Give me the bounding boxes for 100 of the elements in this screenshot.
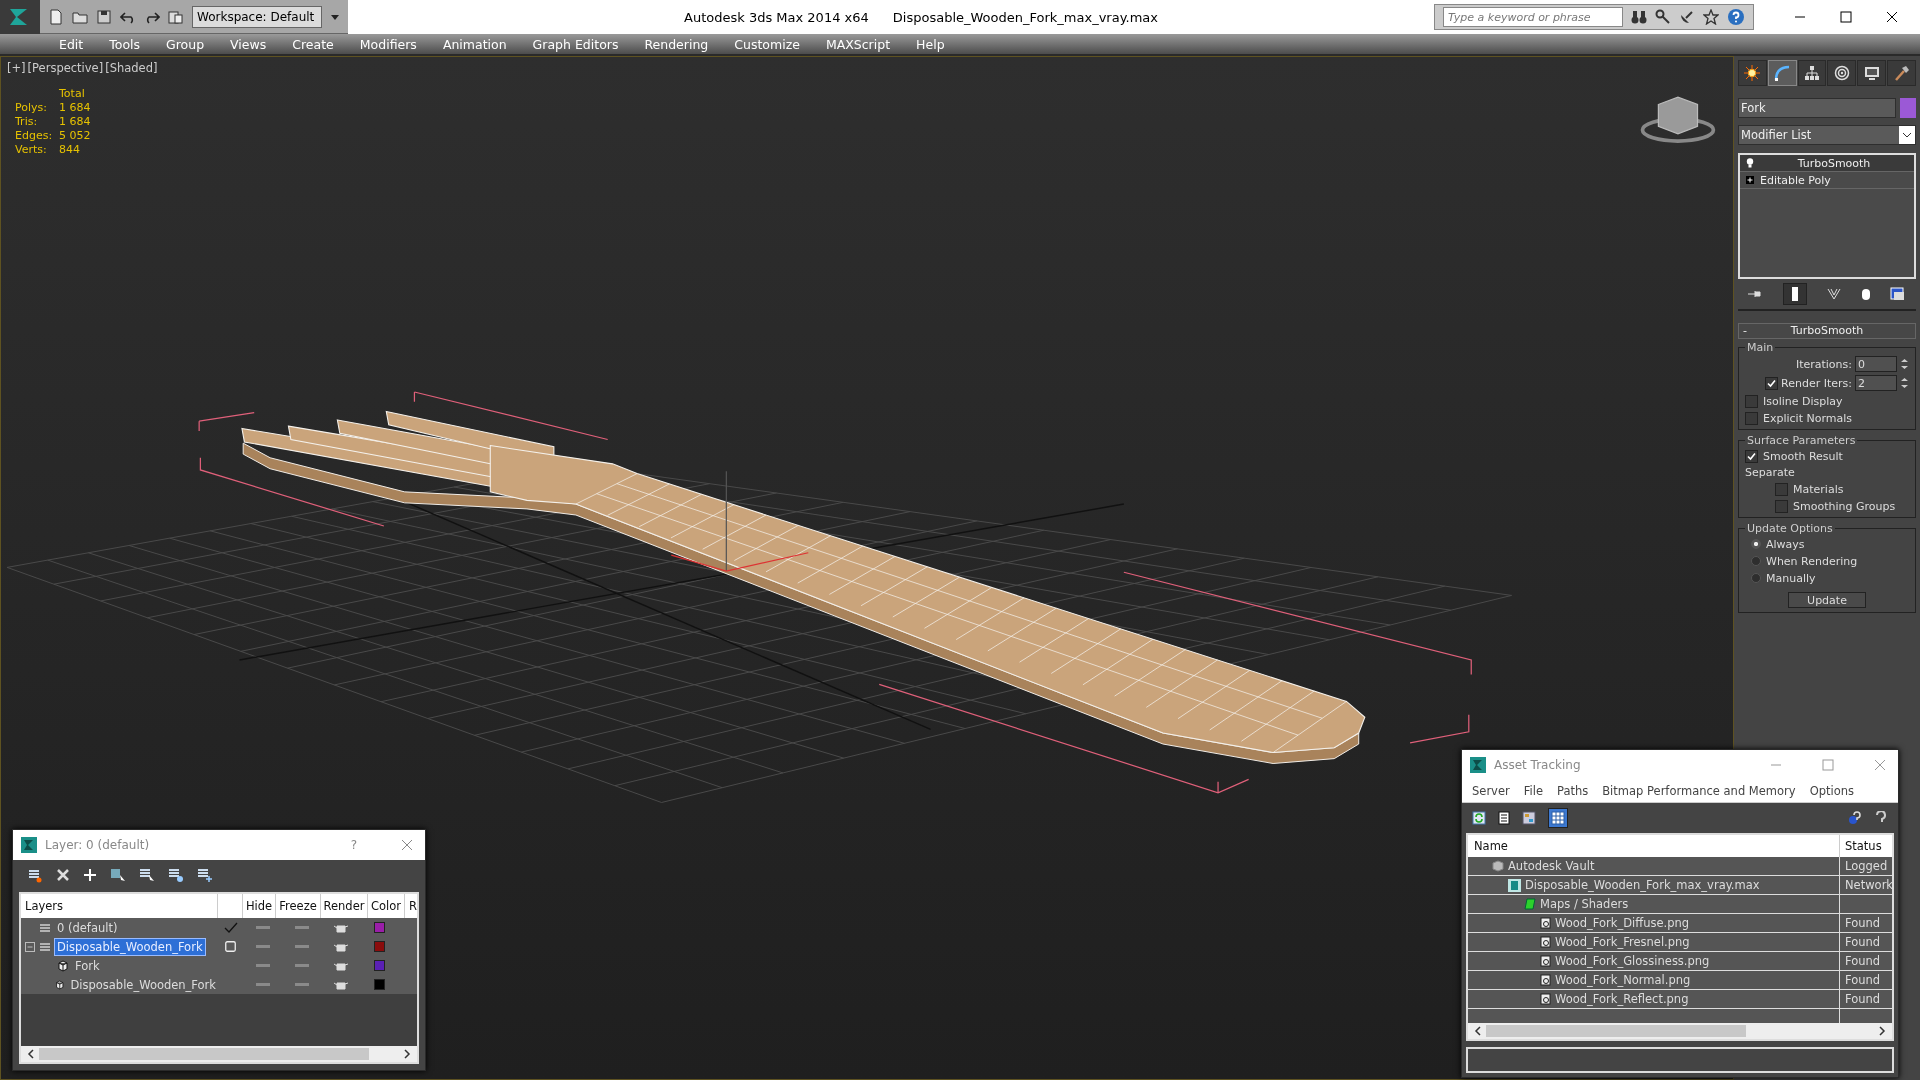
modifier-stack-item[interactable]: Editable Poly — [1740, 172, 1914, 189]
refresh-icon[interactable] — [1472, 811, 1486, 825]
help-icon[interactable] — [1874, 811, 1888, 825]
object-name-field[interactable]: Fork — [1738, 98, 1896, 118]
close-icon[interactable] — [1886, 11, 1898, 23]
search-field[interactable]: Type a keyword or phrase — [1443, 7, 1623, 27]
menu-item[interactable]: Create — [281, 36, 345, 52]
menu-item[interactable]: MAXScript — [814, 36, 902, 52]
select-objects-icon[interactable] — [110, 867, 126, 883]
command-panel-tab[interactable] — [1797, 60, 1827, 86]
menu-item[interactable]: Edit — [48, 36, 95, 52]
collapse-icon[interactable] — [25, 941, 35, 952]
viewcube-drawing[interactable] — [1640, 96, 1716, 143]
command-panel-tab[interactable] — [1857, 60, 1887, 86]
chevron-down-icon[interactable] — [1899, 126, 1915, 144]
expand-icon[interactable] — [1746, 176, 1754, 184]
mouse-icon[interactable] — [1860, 287, 1871, 301]
asset-name[interactable]: Wood_Fork_Fresnel.png — [1555, 935, 1690, 949]
freeze-toggle-icon[interactable] — [294, 944, 309, 949]
help-button[interactable]: ? — [350, 838, 357, 852]
column-header[interactable]: R — [405, 894, 417, 918]
checkbox[interactable] — [1775, 482, 1788, 496]
column-header[interactable]: Status — [1840, 835, 1892, 857]
menu-item[interactable]: Tools — [98, 36, 151, 52]
key-icon[interactable] — [1655, 9, 1671, 25]
layer-color-swatch[interactable] — [374, 960, 385, 971]
asset-name[interactable]: Disposable_Wooden_Fork_max_vray.max — [1525, 878, 1760, 892]
layer-color-swatch[interactable] — [374, 979, 385, 990]
add-icon[interactable] — [83, 868, 97, 882]
new-file-icon[interactable] — [48, 8, 64, 25]
hide-toggle-icon[interactable] — [255, 944, 270, 949]
current-layer-box-icon[interactable] — [225, 941, 236, 952]
star-icon[interactable] — [1703, 9, 1719, 25]
iterations-field[interactable]: 0 — [1855, 356, 1897, 372]
radio-button[interactable] — [1751, 573, 1761, 583]
menu-item[interactable]: Help — [905, 36, 956, 52]
save-icon[interactable] — [96, 8, 112, 25]
teapot-icon[interactable] — [333, 941, 348, 952]
workspace-dropdown[interactable]: Workspace: Default — [192, 5, 322, 28]
asset-name[interactable]: Wood_Fork_Glossiness.png — [1555, 954, 1710, 968]
freeze-toggle-icon[interactable] — [294, 982, 309, 987]
command-panel-tab[interactable] — [1827, 60, 1857, 86]
menu-item[interactable]: Server — [1466, 784, 1516, 798]
layer-name[interactable]: 0 (default) — [55, 919, 120, 936]
checkbox[interactable] — [1745, 411, 1758, 425]
command-panel-tab[interactable] — [1887, 60, 1916, 86]
teapot-icon[interactable] — [333, 979, 348, 990]
pin-icon[interactable] — [1747, 288, 1764, 300]
checkbox[interactable] — [1765, 376, 1779, 390]
layer-name[interactable]: Fork — [73, 957, 102, 974]
spinner-arrows-icon[interactable] — [1900, 376, 1909, 390]
new-layer-icon[interactable] — [27, 867, 43, 883]
object-color-swatch[interactable] — [1900, 98, 1916, 118]
menu-item[interactable]: Graph Editors — [521, 36, 630, 52]
path-field[interactable] — [1466, 1047, 1894, 1073]
scrollbar-thumb[interactable] — [1486, 1025, 1746, 1037]
asset-name[interactable]: Autodesk Vault — [1508, 859, 1595, 873]
menu-item[interactable]: Group — [155, 36, 216, 52]
freeze-toggle-icon[interactable] — [294, 963, 309, 968]
scroll-right-icon[interactable] — [1878, 1026, 1886, 1036]
hide-toggle-icon[interactable] — [255, 925, 270, 930]
viewport-label[interactable]: [+] — [7, 61, 26, 75]
help-icon[interactable] — [1727, 8, 1745, 26]
scroll-right-icon[interactable] — [403, 1049, 411, 1059]
fork-shape-icon[interactable] — [1827, 287, 1841, 301]
spinner-arrows-icon[interactable] — [1900, 357, 1909, 371]
asset-name[interactable]: Wood_Fork_Diffuse.png — [1555, 916, 1690, 930]
rollout-header[interactable]: - TurboSmooth — [1738, 323, 1916, 339]
maximize-icon[interactable] — [1840, 11, 1852, 23]
help-globe-icon[interactable] — [1848, 811, 1862, 825]
radio-button[interactable] — [1751, 539, 1761, 549]
checkbox[interactable] — [1745, 449, 1758, 463]
menu-item[interactable]: File — [1517, 784, 1549, 798]
menu-item[interactable]: Views — [219, 36, 278, 52]
teapot-icon[interactable] — [333, 960, 348, 971]
list-icon[interactable] — [1498, 811, 1510, 825]
thumbnails-icon[interactable] — [1522, 811, 1536, 825]
hide-toggle-icon[interactable] — [255, 963, 270, 968]
asset-name[interactable]: Wood_Fork_Reflect.png — [1555, 992, 1689, 1006]
current-layer-check-icon[interactable] — [223, 921, 238, 934]
menu-item[interactable]: Customize — [723, 36, 811, 52]
table-view-button[interactable] — [1548, 808, 1568, 828]
asset-name[interactable]: Maps / Shaders — [1540, 897, 1629, 911]
delete-icon[interactable] — [56, 868, 70, 882]
modifier-stack-item[interactable]: TurboSmooth — [1740, 155, 1914, 172]
menu-item[interactable]: Modifiers — [348, 36, 428, 52]
menu-item[interactable]: Paths — [1550, 784, 1595, 798]
menu-item[interactable]: Options — [1803, 784, 1860, 798]
command-panel-tab[interactable] — [1738, 60, 1767, 86]
viewport-label[interactable]: [Shaded] — [105, 61, 158, 75]
layer-color-swatch[interactable] — [374, 941, 385, 952]
radio-button[interactable] — [1751, 556, 1761, 566]
asset-name[interactable]: Wood_Fork_Normal.png — [1555, 973, 1691, 987]
checkbox[interactable] — [1775, 499, 1788, 513]
scrollbar-thumb[interactable] — [39, 1048, 369, 1060]
configure-sets-icon[interactable] — [1890, 287, 1907, 301]
application-menu-button[interactable] — [0, 0, 40, 34]
modifier-list-dropdown[interactable]: Modifier List — [1738, 125, 1916, 145]
menu-item[interactable]: Animation — [431, 36, 518, 52]
scroll-left-icon[interactable] — [27, 1049, 35, 1059]
